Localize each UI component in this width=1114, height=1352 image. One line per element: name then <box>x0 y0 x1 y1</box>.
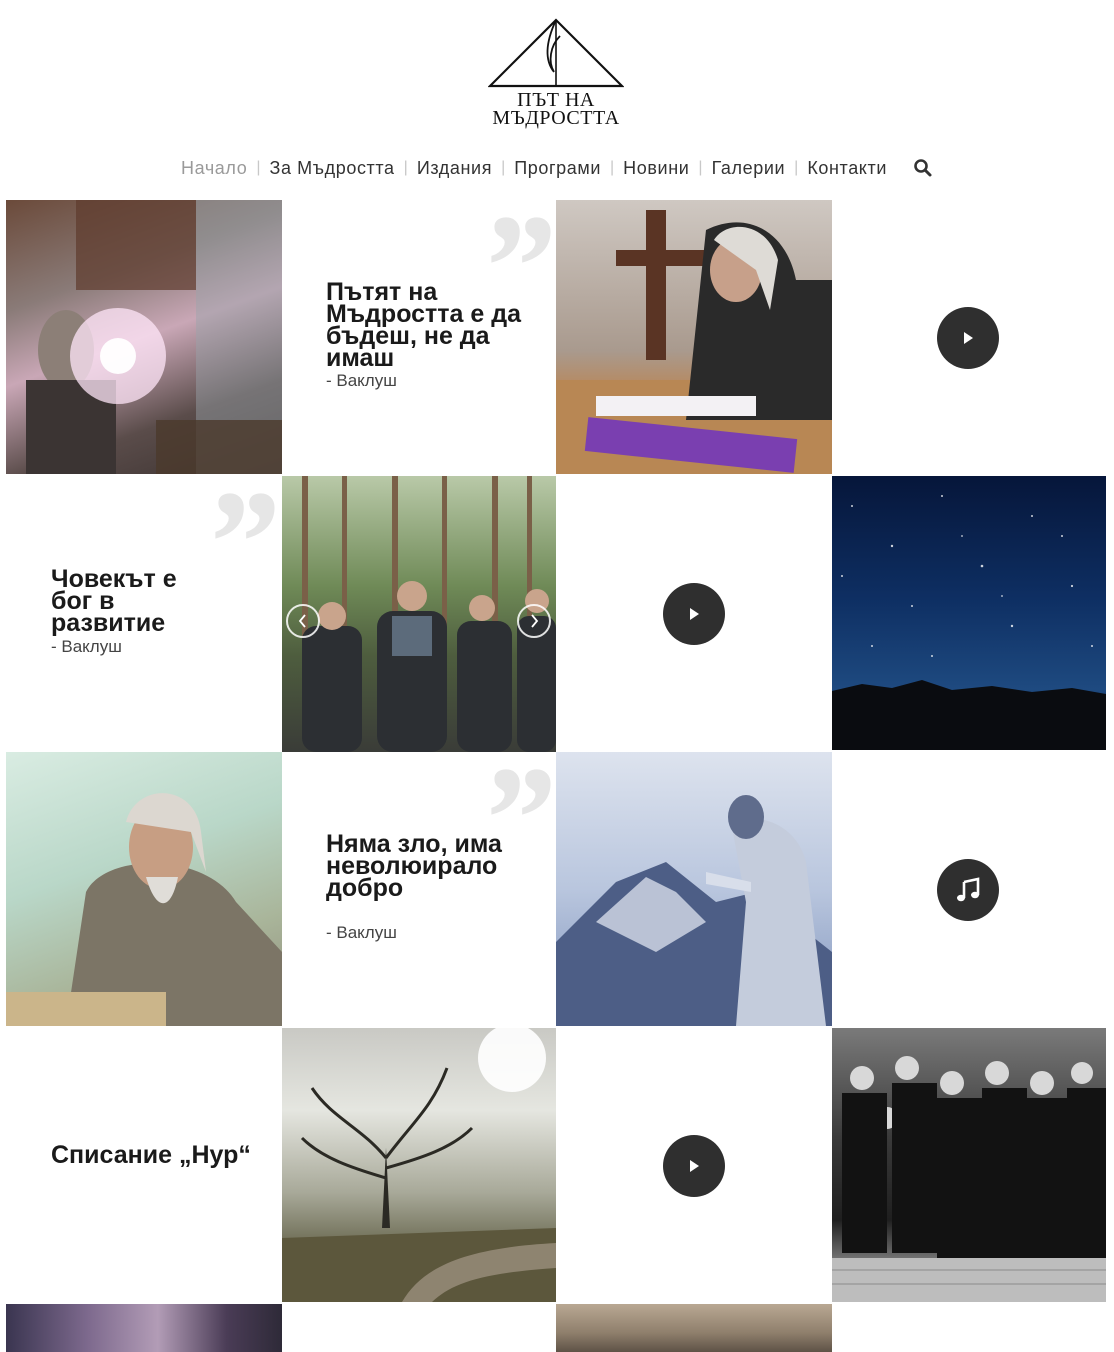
quote-author: - Ваклуш <box>326 371 397 390</box>
main-navigation: Начало | За Мъдростта | Издания | Програ… <box>0 154 1114 182</box>
nav-separator: | <box>256 159 261 176</box>
nav-separator: | <box>501 159 506 176</box>
magazine-tile[interactable]: Списание „Нур“ <box>6 1028 282 1302</box>
photo-tile-mountain-speaker[interactable] <box>556 752 832 1026</box>
nav-separator: | <box>610 159 615 176</box>
chevron-left-icon <box>298 614 306 628</box>
photo-image <box>26 200 282 474</box>
chevron-right-icon <box>531 614 539 628</box>
quote-author: - Ваклуш <box>51 637 122 656</box>
nav-item-contacts[interactable]: Контакти <box>807 158 887 179</box>
logo-triangle-icon <box>488 18 624 88</box>
photo-image <box>302 476 556 752</box>
magazine-title: Списание „Нур“ <box>51 1141 251 1169</box>
photo-tile-elder-writing[interactable] <box>556 200 832 474</box>
photo-image <box>6 793 282 1026</box>
play-icon <box>690 1160 699 1172</box>
quote-text: Пътят на Мъдростта е да бъдеш, не да има… <box>326 278 521 372</box>
photo-image <box>556 795 832 1026</box>
logo-text-line2: МЪДРОСТТА <box>492 107 620 129</box>
music-note-icon <box>957 877 980 902</box>
play-button[interactable] <box>663 1135 725 1197</box>
play-button[interactable] <box>663 583 725 645</box>
photo-tile-elder-light[interactable] <box>6 200 282 474</box>
nav-separator: | <box>794 159 799 176</box>
slider-next-button[interactable] <box>517 604 551 638</box>
video-tile-3[interactable] <box>556 1028 832 1302</box>
video-tile-2[interactable] <box>556 476 832 752</box>
photo-image <box>832 1056 1106 1302</box>
empty-tile <box>832 1304 1106 1352</box>
search-icon[interactable] <box>913 158 933 178</box>
photo-tile-historic-crowd[interactable] <box>832 1028 1106 1302</box>
quote-tile-1: ” Пътят на Мъдростта е да бъдеш, не да и… <box>282 200 556 474</box>
empty-tile <box>282 1304 556 1352</box>
play-icon <box>964 332 973 344</box>
photo-image <box>832 495 1106 750</box>
photo-tile-elder-portrait[interactable] <box>6 752 282 1026</box>
site-logo[interactable]: ПЪТ НА МЪДРОСТТА <box>488 16 624 132</box>
quote-tile-2: ” Човекът е бог в развитие - Ваклуш <box>6 476 282 752</box>
photo-tile-night-sky[interactable] <box>832 476 1106 750</box>
photo-tile-hall[interactable] <box>556 1304 832 1352</box>
nav-item-programs[interactable]: Програми <box>514 158 601 179</box>
photo-image <box>556 210 832 474</box>
nav-item-about-wisdom[interactable]: За Мъдростта <box>270 158 395 179</box>
nav-item-news[interactable]: Новини <box>623 158 689 179</box>
video-tile-1[interactable] <box>832 200 1106 474</box>
nav-separator: | <box>698 159 703 176</box>
quote-text: Няма зло, има неволюирало добро <box>326 830 502 902</box>
quote-author: - Ваклуш <box>326 923 397 942</box>
photo-tile-books[interactable] <box>6 1304 282 1352</box>
photo-image <box>282 1028 556 1302</box>
quote-tile-3: ” Няма зло, има неволюирало добро - Вакл… <box>282 752 556 1026</box>
photo-tile-misty-tree[interactable] <box>282 1028 556 1302</box>
nav-item-publications[interactable]: Издания <box>417 158 492 179</box>
nav-separator: | <box>403 159 408 176</box>
quote-mark-icon: ” <box>202 476 277 626</box>
music-button[interactable] <box>937 859 999 921</box>
nav-item-home[interactable]: Начало <box>181 158 247 179</box>
quote-text: Човекът е бог в развитие <box>51 565 177 637</box>
slideshow-tile-forest-group[interactable] <box>282 476 556 752</box>
nav-item-galleries[interactable]: Галерии <box>712 158 786 179</box>
slider-prev-button[interactable] <box>286 604 320 638</box>
play-icon <box>690 608 699 620</box>
audio-tile[interactable] <box>832 752 1106 1026</box>
play-button[interactable] <box>937 307 999 369</box>
